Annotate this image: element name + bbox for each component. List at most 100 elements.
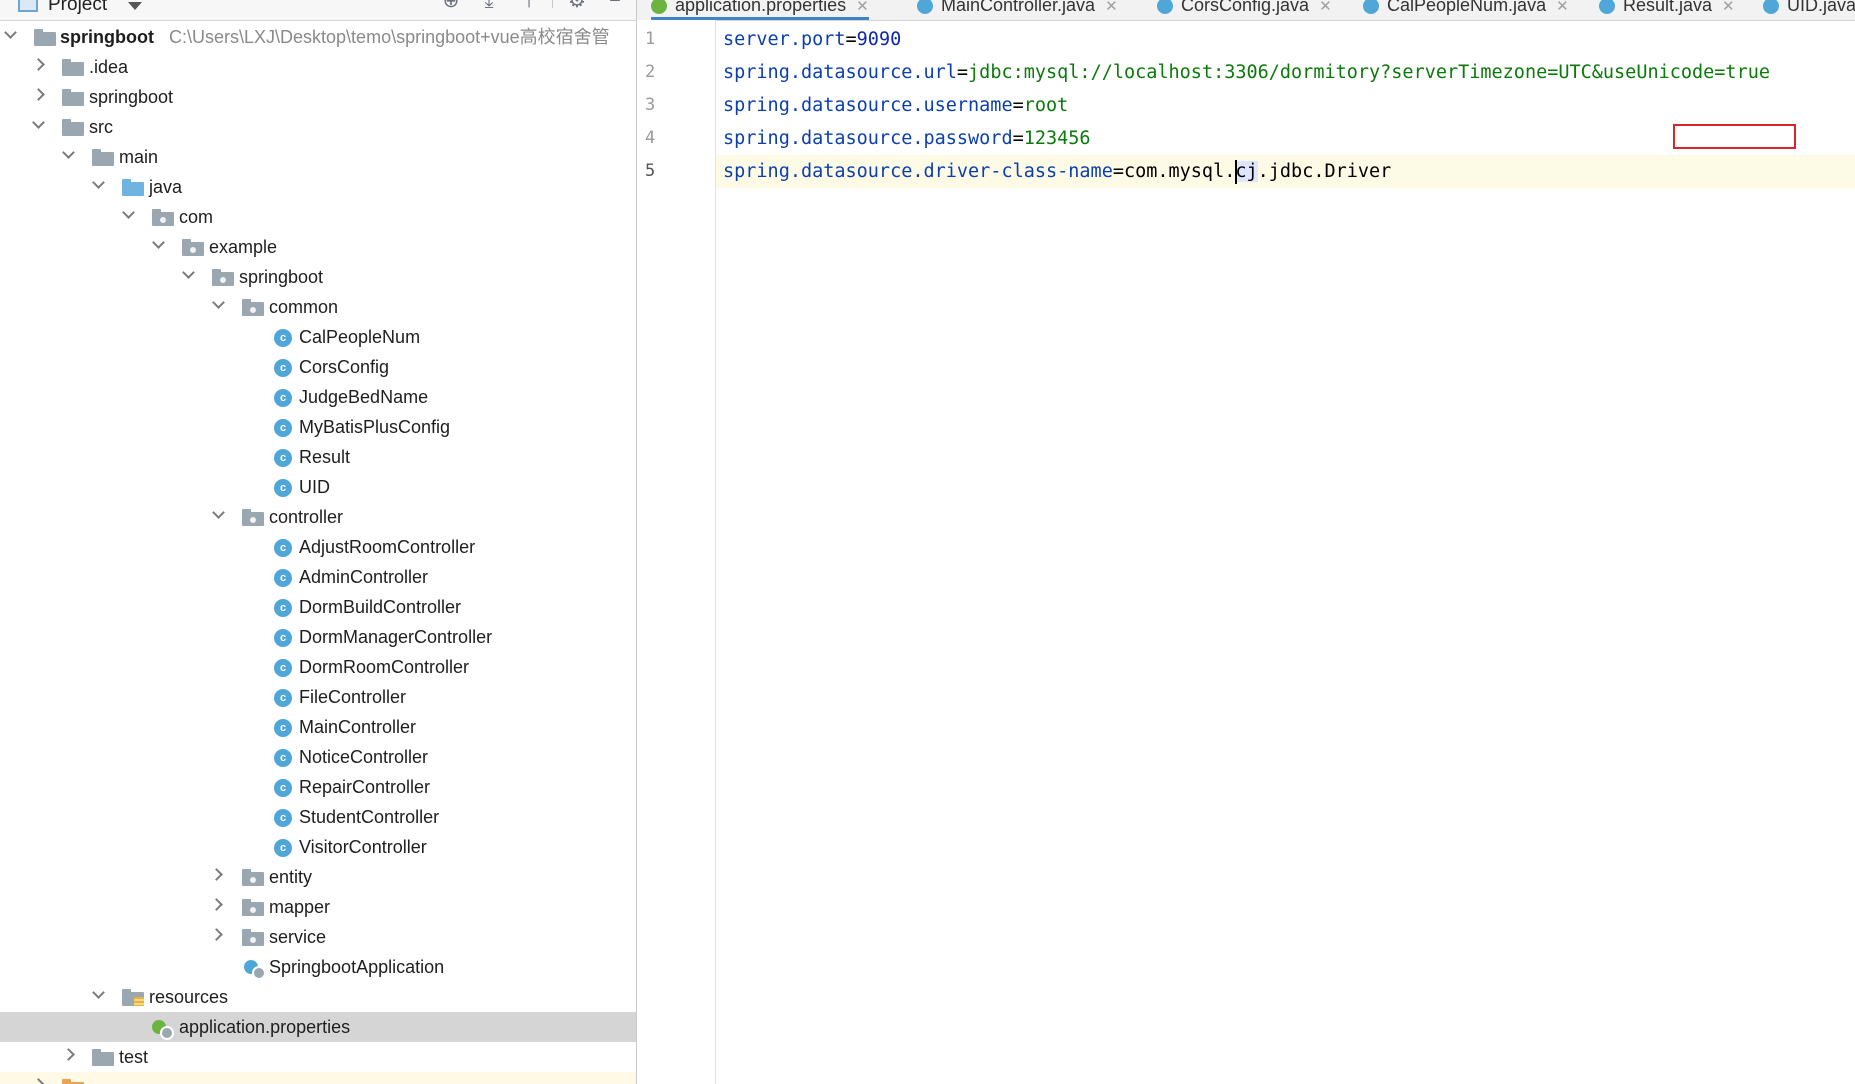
tree-row-springboot-package[interactable]: springboot	[0, 262, 636, 292]
tree-row-class-calpeoplenum[interactable]: c CalPeopleNum	[0, 322, 636, 352]
tree-item-label: FileController	[299, 687, 407, 707]
tree-item-label: UID	[299, 477, 330, 497]
chevron-right-icon[interactable]	[32, 58, 45, 71]
tree-row-application-properties[interactable]: application.properties	[0, 1012, 636, 1042]
tree-row-class-maincontroller[interactable]: c MainController	[0, 712, 636, 742]
close-icon[interactable]: ✕	[1319, 0, 1332, 15]
code-line-4[interactable]: spring.datasource.password=123456	[723, 122, 1091, 155]
gear-icon[interactable]: ⚙	[566, 0, 588, 12]
line-number: 1	[645, 29, 656, 49]
chevron-down-icon[interactable]	[182, 266, 195, 279]
tree-row-example[interactable]: example	[0, 232, 636, 262]
tab-label: UID.java	[1787, 0, 1855, 15]
project-panel: Project ⊕ ⤓ ⤒ ⚙ − springboot C:\Users\LX…	[0, 0, 637, 1084]
caret-word-highlight: cj	[1235, 161, 1258, 182]
tree-row-java[interactable]: java	[0, 172, 636, 202]
java-class-icon: c	[274, 389, 292, 407]
tree-item-label: example	[209, 237, 278, 257]
expand-all-icon[interactable]: ⤓	[478, 0, 500, 12]
tree-row-com[interactable]: com	[0, 202, 636, 232]
tree-row-common[interactable]: common	[0, 292, 636, 322]
tree-row-test[interactable]: test	[0, 1042, 636, 1072]
code-line-3[interactable]: spring.datasource.username=root	[723, 89, 1068, 122]
locate-file-icon[interactable]: ⊕	[440, 0, 462, 12]
tree-row-class-result[interactable]: c Result	[0, 442, 636, 472]
tab-maincontroller[interactable]: MainController.java ✕	[917, 0, 1118, 20]
tree-row-src[interactable]: src	[0, 112, 636, 142]
java-class-icon: c	[274, 839, 292, 857]
tree-row-class-visitorcontroller[interactable]: c VisitorController	[0, 832, 636, 862]
tree-row-class-noticecontroller[interactable]: c NoticeController	[0, 742, 636, 772]
close-icon[interactable]: ✕	[856, 0, 869, 15]
line-number-gutter: 1 2 3 4 5	[637, 20, 716, 1084]
tab-uid[interactable]: UID.java	[1763, 0, 1855, 20]
tree-row-class-judgebedname[interactable]: c JudgeBedName	[0, 382, 636, 412]
code-line-2[interactable]: spring.datasource.url=jdbc:mysql://local…	[723, 56, 1770, 89]
project-panel-title[interactable]: Project	[48, 0, 107, 20]
tree-row-service[interactable]: service	[0, 922, 636, 952]
property-value: root	[1023, 95, 1069, 116]
package-icon	[242, 869, 264, 886]
tree-item-label: DormBuildController	[299, 597, 462, 617]
code-line-1[interactable]: server.port=9090	[723, 23, 901, 56]
chevron-down-icon[interactable]	[122, 206, 135, 219]
tree-row-controller[interactable]: controller	[0, 502, 636, 532]
chevron-down-icon[interactable]	[152, 236, 165, 249]
collapse-all-icon[interactable]: ⤒	[518, 0, 540, 12]
spring-properties-icon	[651, 0, 667, 15]
tab-calpeoplenum[interactable]: CalPeopleNum.java ✕	[1363, 0, 1569, 20]
tree-row-partial[interactable]	[0, 1072, 636, 1084]
chevron-down-icon[interactable]	[212, 506, 225, 519]
tree-row-class-dormmanagercontroller[interactable]: c DormManagerController	[0, 622, 636, 652]
property-value: 9090	[856, 29, 902, 50]
tree-row-class-corsconfig[interactable]: c CorsConfig	[0, 352, 636, 382]
chevron-down-icon[interactable]	[212, 296, 225, 309]
close-icon[interactable]: ✕	[1722, 0, 1735, 15]
chevron-right-icon[interactable]	[32, 1078, 45, 1084]
project-view-dropdown-icon[interactable]	[128, 2, 142, 10]
code-line-5[interactable]: spring.datasource.driver-class-name=com.…	[723, 155, 1391, 188]
tree-item-label: mapper	[269, 897, 331, 917]
close-icon[interactable]: ✕	[1105, 0, 1118, 15]
tree-row-main[interactable]: main	[0, 142, 636, 172]
hide-panel-icon[interactable]: −	[604, 0, 626, 12]
tree-row-entity[interactable]: entity	[0, 862, 636, 892]
tree-row-resources[interactable]: resources	[0, 982, 636, 1012]
tree-row-mapper[interactable]: mapper	[0, 892, 636, 922]
chevron-down-icon[interactable]	[92, 986, 105, 999]
tree-row-idea[interactable]: .idea	[0, 52, 636, 82]
chevron-right-icon[interactable]	[210, 898, 223, 911]
tree-row-class-admincontroller[interactable]: c AdminController	[0, 562, 636, 592]
chevron-right-icon[interactable]	[210, 868, 223, 881]
tree-row-project-root[interactable]: springboot C:\Users\LXJ\Desktop\temo\spr…	[0, 22, 636, 52]
chevron-right-icon[interactable]	[32, 88, 45, 101]
tree-row-class-filecontroller[interactable]: c FileController	[0, 682, 636, 712]
spring-boot-class-icon	[244, 958, 266, 980]
tab-result[interactable]: Result.java ✕	[1599, 0, 1735, 20]
project-view-icon	[18, 0, 38, 12]
tree-row-class-repaircontroller[interactable]: c RepairController	[0, 772, 636, 802]
tree-row-class-adjustroomcontroller[interactable]: c AdjustRoomController	[0, 532, 636, 562]
tree-item-label: DormRoomController	[299, 657, 470, 677]
chevron-down-icon[interactable]	[4, 26, 17, 39]
project-path: C:\Users\LXJ\Desktop\temo\springboot+vue…	[169, 27, 610, 47]
spring-properties-icon	[152, 1018, 174, 1040]
chevron-right-icon[interactable]	[62, 1048, 75, 1061]
tree-row-class-uid[interactable]: c UID	[0, 472, 636, 502]
tab-corsconfig[interactable]: CorsConfig.java ✕	[1157, 0, 1332, 20]
chevron-down-icon[interactable]	[92, 176, 105, 189]
tree-row-class-dormbuildcontroller[interactable]: c DormBuildController	[0, 592, 636, 622]
close-icon[interactable]: ✕	[1556, 0, 1569, 15]
tree-row-class-mybatisplusconfig[interactable]: c MyBatisPlusConfig	[0, 412, 636, 442]
tree-row-springboot-folder[interactable]: springboot	[0, 82, 636, 112]
tree-row-class-studentcontroller[interactable]: c StudentController	[0, 802, 636, 832]
chevron-down-icon[interactable]	[32, 116, 45, 129]
tree-row-class-springbootapplication[interactable]: SpringbootApplication	[0, 952, 636, 982]
property-value: 123456	[1023, 128, 1091, 149]
tab-application-properties[interactable]: application.properties ✕	[651, 0, 869, 20]
code-editor[interactable]: application.properties ✕ MainController.j…	[637, 0, 1855, 1084]
tree-row-class-dormroomcontroller[interactable]: c DormRoomController	[0, 652, 636, 682]
chevron-right-icon[interactable]	[210, 928, 223, 941]
chevron-down-icon[interactable]	[62, 146, 75, 159]
folder-icon	[62, 89, 84, 106]
